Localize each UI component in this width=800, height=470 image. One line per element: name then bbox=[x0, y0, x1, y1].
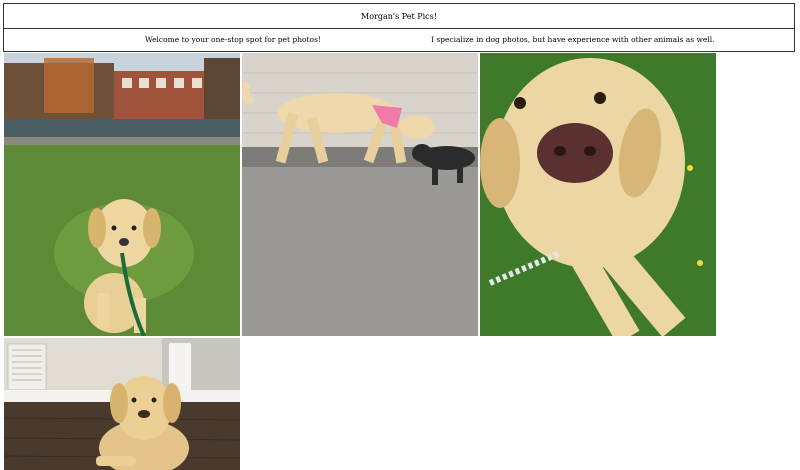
gallery-photo-3 bbox=[480, 53, 716, 336]
page-title-banner: Morgan's Pet Pics! bbox=[3, 3, 795, 29]
gallery-photo-4 bbox=[4, 338, 240, 470]
welcome-text: Welcome to your one-stop spot for pet ph… bbox=[145, 35, 321, 44]
gallery-photo-2 bbox=[242, 53, 478, 336]
specialty-text: I specialize in dog photos, but have exp… bbox=[431, 35, 715, 44]
gallery-photo-1 bbox=[4, 53, 240, 336]
intro-row: Welcome to your one-stop spot for pet ph… bbox=[3, 28, 795, 52]
page-title: Morgan's Pet Pics! bbox=[361, 11, 437, 21]
